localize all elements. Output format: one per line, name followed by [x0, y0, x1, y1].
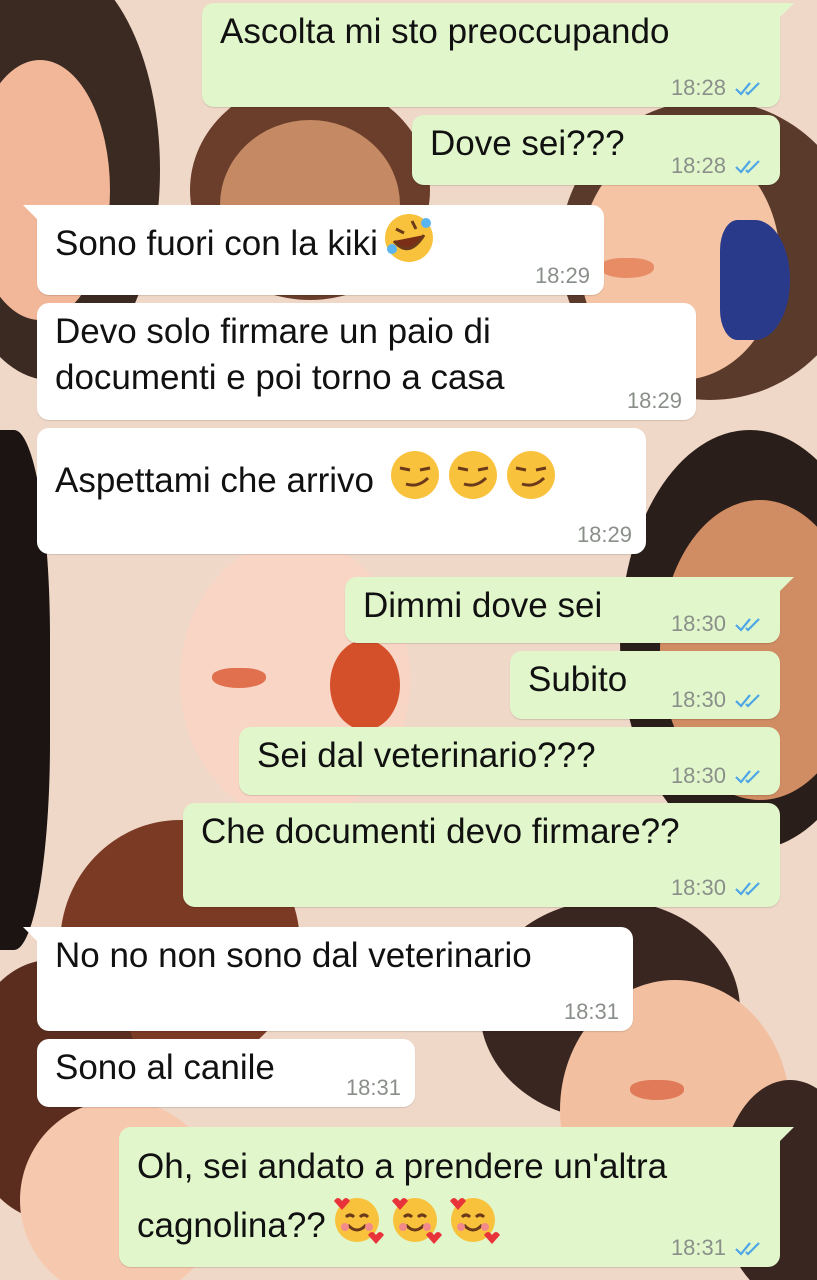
- message-text-line: Che documenti devo firmare??: [201, 812, 680, 851]
- message-time: 18:30: [670, 687, 726, 712]
- read-ticks-icon: [735, 694, 760, 708]
- outgoing-message[interactable]: Oh, sei andato a prendere un'altra cagno…: [119, 1127, 794, 1267]
- outgoing-message[interactable]: Dimmi dove sei 18:30: [345, 577, 794, 643]
- incoming-message[interactable]: Sono fuori con la kiki 18:29: [23, 205, 604, 295]
- message-time: 18:31: [345, 1075, 401, 1100]
- message-text-line: documenti e poi torno a casa: [55, 358, 505, 397]
- message-meta: 18:29: [535, 263, 590, 289]
- message-meta: 18:30: [671, 763, 766, 789]
- message-text-line: Sono fuori con la kiki: [55, 211, 436, 267]
- message-time: 18:31: [563, 999, 619, 1024]
- message-text-line: Devo solo firmare un paio di: [55, 312, 491, 351]
- read-ticks-icon: [735, 160, 760, 174]
- message-meta: 18:31: [564, 999, 619, 1025]
- outgoing-message[interactable]: Ascolta mi sto preoccupando 18:28: [202, 3, 794, 107]
- message-text-line: Subito: [528, 660, 628, 699]
- message-meta: 18:28: [671, 75, 766, 101]
- message-meta: 18:31: [671, 1235, 766, 1261]
- read-ticks-icon: [735, 882, 760, 896]
- message-text: Devo solo firmare un paio di documenti e…: [55, 309, 504, 401]
- incoming-message[interactable]: No no non sono dal veterinario 18:31: [23, 927, 633, 1031]
- outgoing-message[interactable]: Che documenti devo firmare?? 18:30: [183, 803, 780, 907]
- message-time: 18:29: [626, 388, 682, 413]
- message-text: Aspettami che arrivo: [55, 448, 558, 504]
- message-text: Subito: [528, 657, 627, 703]
- message-text-line: Aspettami che arrivo: [55, 448, 558, 504]
- smiling-face-with-hearts-emoji: [333, 1198, 384, 1244]
- outgoing-message[interactable]: Dove sei??? 18:28: [412, 115, 780, 185]
- message-text: Che documenti devo firmare??: [201, 809, 680, 855]
- message-time: 18:31: [670, 1235, 726, 1260]
- message-text-segment: Aspettami che arrivo: [55, 461, 384, 500]
- smiling-face-with-hearts-emoji: [391, 1198, 442, 1244]
- message-text-line: Sono al canile: [55, 1048, 275, 1087]
- incoming-message[interactable]: Devo solo firmare un paio di documenti e…: [37, 303, 696, 420]
- message-time: 18:29: [534, 263, 590, 288]
- message-time: 18:29: [576, 522, 632, 547]
- incoming-message[interactable]: Aspettami che arrivo 18:29: [37, 428, 646, 554]
- message-text: Sono al canile: [55, 1045, 275, 1091]
- message-text: Ascolta mi sto preoccupando: [220, 9, 669, 55]
- message-time: 18:30: [670, 611, 726, 636]
- message-text-line: No no non sono dal veterinario: [55, 936, 532, 975]
- message-text-line: Ascolta mi sto preoccupando: [220, 12, 670, 51]
- message-meta: 18:29: [577, 522, 632, 548]
- message-text-segment: Sono fuori con la kiki: [55, 224, 378, 263]
- message-text: Sono fuori con la kiki: [55, 211, 436, 267]
- message-text-line: Sei dal veterinario???: [257, 736, 596, 775]
- message-text-segment: cagnolina??: [137, 1206, 326, 1245]
- rolling-laughing-emoji: [384, 214, 433, 262]
- message-meta: 18:30: [671, 875, 766, 901]
- message-meta: 18:28: [671, 153, 766, 179]
- smirking-face-emoji: [506, 451, 555, 499]
- smiling-face-with-hearts-emoji: [449, 1198, 500, 1244]
- message-text-line: Dove sei???: [430, 124, 625, 163]
- message-meta: 18:30: [671, 611, 766, 637]
- incoming-message[interactable]: Sono al canile 18:31: [37, 1039, 415, 1107]
- message-text: Dove sei???: [430, 121, 625, 167]
- message-time: 18:28: [670, 75, 726, 100]
- message-text-line: cagnolina??: [137, 1193, 667, 1252]
- outgoing-message[interactable]: Sei dal veterinario??? 18:30: [239, 727, 780, 795]
- message-text-line: Dimmi dove sei: [363, 586, 603, 625]
- read-ticks-icon: [735, 770, 760, 784]
- outgoing-message[interactable]: Subito 18:30: [510, 651, 780, 719]
- read-ticks-icon: [735, 618, 760, 632]
- message-time: 18:30: [670, 875, 726, 900]
- message-text: Sei dal veterinario???: [257, 733, 596, 779]
- message-text: Dimmi dove sei: [363, 583, 602, 629]
- chat-thread[interactable]: Ascolta mi sto preoccupando 18:28 Dove s…: [0, 0, 817, 1280]
- message-time: 18:30: [670, 763, 726, 788]
- message-text: No no non sono dal veterinario: [55, 933, 532, 979]
- read-ticks-icon: [735, 82, 760, 96]
- message-meta: 18:31: [346, 1075, 401, 1101]
- message-meta: 18:29: [627, 388, 682, 414]
- message-text-line: Oh, sei andato a prendere un'altra: [137, 1147, 668, 1186]
- smirking-face-emoji: [448, 451, 497, 499]
- message-meta: 18:30: [671, 687, 766, 713]
- read-ticks-icon: [735, 1242, 760, 1256]
- message-time: 18:28: [670, 153, 726, 178]
- smirking-face-emoji: [390, 451, 439, 499]
- message-text: Oh, sei andato a prendere un'altra cagno…: [137, 1141, 667, 1252]
